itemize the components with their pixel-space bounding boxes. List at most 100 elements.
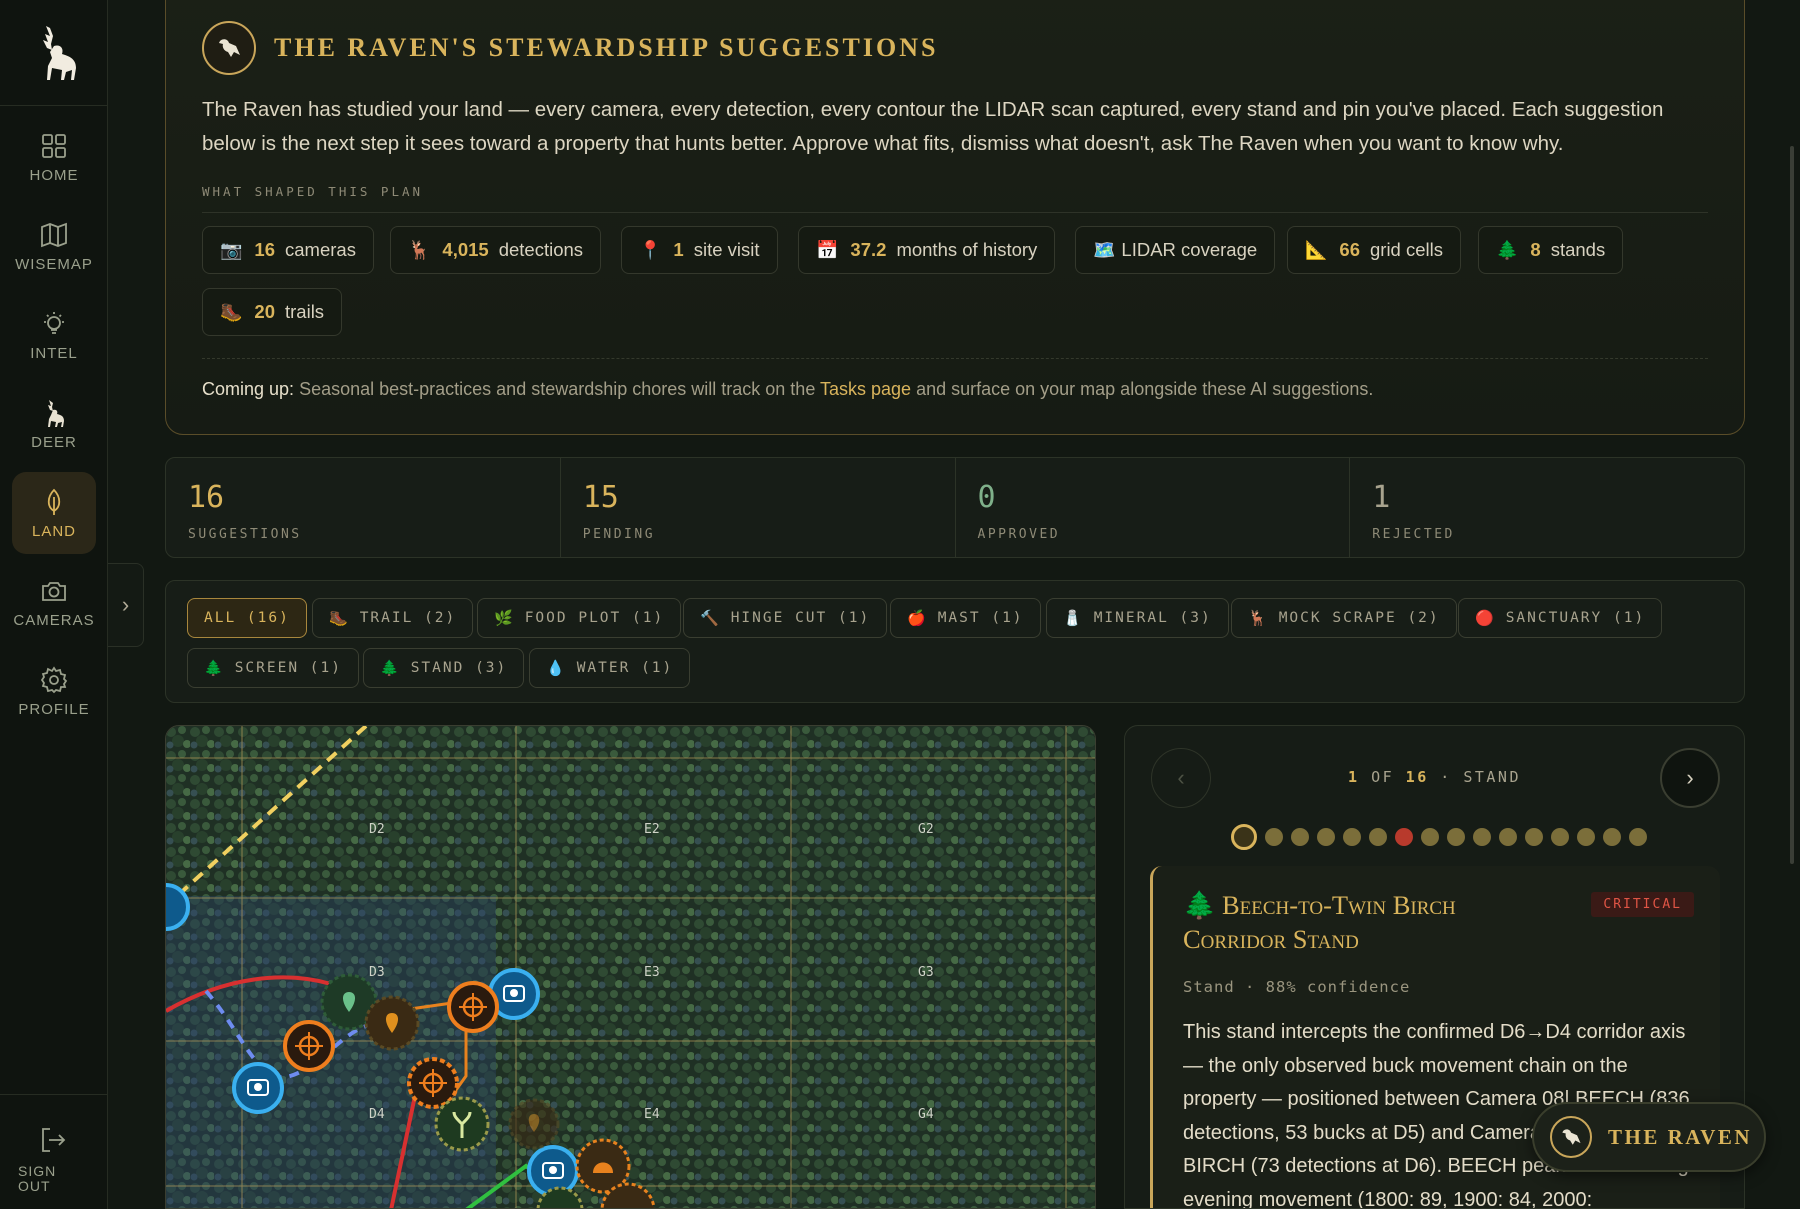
- filter-trail[interactable]: 🥾 TRAIL (2): [312, 598, 474, 638]
- ask-raven-button[interactable]: THE RAVEN: [1532, 1102, 1766, 1172]
- stand-marker[interactable]: [447, 981, 499, 1033]
- page-dot[interactable]: [1577, 828, 1595, 846]
- input-chip-grid-cells: 📐 66 grid cells: [1287, 226, 1461, 274]
- stand-marker[interactable]: [283, 1020, 335, 1072]
- sidebar-item-wisemap[interactable]: WISEMAP: [12, 205, 96, 287]
- grid-label: D4: [369, 1107, 385, 1122]
- raven-icon: [202, 21, 256, 75]
- sidebar-expand-button[interactable]: ›: [108, 563, 144, 647]
- sidebar-item-land[interactable]: LAND: [12, 472, 96, 554]
- sidebar-item-label: PROFILE: [18, 700, 90, 718]
- input-chip-stands: 🌲 8 stands: [1478, 226, 1624, 274]
- deer-logo-icon[interactable]: [0, 0, 107, 106]
- food-plot-marker[interactable]: [434, 1096, 490, 1152]
- page-dot[interactable]: [1551, 828, 1569, 846]
- filter-mast[interactable]: 🍎 MAST (1): [890, 598, 1041, 638]
- page-dot[interactable]: [1369, 828, 1387, 846]
- grid-label: G4: [918, 1107, 934, 1122]
- hero-description: The Raven has studied your land — every …: [202, 98, 1664, 155]
- next-suggestion-button[interactable]: ›: [1660, 748, 1720, 808]
- camera-marker[interactable]: [232, 1062, 284, 1114]
- boot-icon: 🥾: [220, 301, 243, 322]
- salt-icon: 🧂: [1063, 609, 1082, 627]
- sidebar-item-label: HOME: [29, 166, 79, 184]
- camera-marker[interactable]: [527, 1145, 579, 1197]
- page-dot[interactable]: [1291, 828, 1309, 846]
- stat-suggestions: 16 SUGGESTIONS: [166, 458, 561, 557]
- pin-marker[interactable]: [364, 995, 420, 1051]
- page-dot[interactable]: [1525, 828, 1543, 846]
- sidebar-item-profile[interactable]: PROFILE: [12, 650, 96, 732]
- sign-out-button[interactable]: SIGN OUT: [0, 1094, 108, 1209]
- sidebar-item-home[interactable]: HOME: [12, 116, 96, 198]
- deer-icon: 🦌: [408, 239, 431, 260]
- suggestion-pager: 1 OF 16 · STAND: [1348, 768, 1521, 786]
- pin-icon: 📍: [639, 239, 662, 260]
- input-chip-history: 📅 37.2 months of history: [798, 226, 1056, 274]
- sidebar-item-label: DEER: [31, 433, 77, 451]
- deer-icon: 🦌: [1248, 609, 1267, 627]
- grid-icon: [42, 133, 66, 158]
- filter-food-plot[interactable]: 🌿 FOOD PLOT (1): [477, 598, 682, 638]
- filter-sanctuary[interactable]: 🔴 SANCTUARY (1): [1458, 598, 1663, 638]
- filter-screen[interactable]: 🌲 SCREEN (1): [187, 648, 359, 688]
- tree-icon: 🌲: [1183, 890, 1216, 920]
- page-dot[interactable]: [1447, 828, 1465, 846]
- suggestion-stats: 16 SUGGESTIONS 15 PENDING 0 APPROVED 1 REJEC…: [165, 457, 1745, 558]
- page-dot[interactable]: [1343, 828, 1361, 846]
- divider: [202, 212, 1708, 213]
- hammer-icon: 🔨: [700, 609, 719, 627]
- page-dot[interactable]: [1629, 828, 1647, 846]
- input-chip-site-visit: 📍 1 site visit: [621, 226, 778, 274]
- filter-stand[interactable]: 🌲 STAND (3): [363, 648, 525, 688]
- page-dot[interactable]: [1317, 828, 1335, 846]
- page-dot[interactable]: [1231, 824, 1257, 850]
- grid-label: E2: [644, 822, 660, 837]
- pin-marker[interactable]: [508, 1098, 560, 1150]
- filter-all[interactable]: ALL (16): [187, 598, 307, 638]
- ruler-icon: 📐: [1305, 239, 1328, 260]
- page-dot[interactable]: [1603, 828, 1621, 846]
- hero-title: THE RAVEN'S STEWARDSHIP SUGGESTIONS: [274, 33, 939, 62]
- scrollbar[interactable]: [1790, 146, 1794, 864]
- map-icon: [41, 222, 67, 247]
- ask-raven-label: THE RAVEN: [1608, 1124, 1753, 1149]
- filter-mineral[interactable]: 🧂 MINERAL (3): [1046, 598, 1229, 638]
- divider: [202, 358, 1708, 359]
- camera-icon: [42, 581, 66, 601]
- deer-icon: [48, 399, 64, 427]
- stand-marker[interactable]: [407, 1057, 459, 1109]
- suggestion-dots: [1231, 824, 1655, 850]
- page-dot[interactable]: [1499, 828, 1517, 846]
- suggestion-meta: Stand · 88% confidence: [1183, 978, 1411, 996]
- filter-mock-scrape[interactable]: 🦌 MOCK SCRAPE (2): [1231, 598, 1457, 638]
- sign-out-label: SIGN OUT: [18, 1163, 57, 1194]
- sign-out-icon: [42, 1128, 66, 1152]
- grid-label: D2: [369, 822, 385, 837]
- suggestion-title: 🌲 Beech-to-Twin Birch Corridor Stand: [1183, 890, 1456, 954]
- map-icon: 🗺️: [1093, 239, 1116, 260]
- tasks-page-link[interactable]: Tasks page: [820, 379, 911, 399]
- property-map[interactable]: D2 E2 G2 D3 E3 G3 D4 E4 G4: [165, 725, 1096, 1209]
- sidebar-item-cameras[interactable]: CAMERAS: [12, 561, 96, 643]
- page-dot[interactable]: [1473, 828, 1491, 846]
- sidebar-item-deer[interactable]: DEER: [12, 383, 96, 465]
- coming-up-note: Coming up: Seasonal best-practices and s…: [202, 379, 1374, 399]
- page-dot[interactable]: [1421, 828, 1439, 846]
- raven-icon: [1550, 1116, 1592, 1158]
- grid-label: G2: [918, 822, 934, 837]
- filter-water[interactable]: 💧 WATER (1): [529, 648, 691, 688]
- page-dot[interactable]: [1395, 828, 1413, 846]
- sidebar-item-intel[interactable]: INTEL: [12, 294, 96, 376]
- page-dot[interactable]: [1265, 828, 1283, 846]
- stat-pending: 15 PENDING: [561, 458, 956, 557]
- filter-hinge-cut[interactable]: 🔨 HINGE CUT (1): [683, 598, 888, 638]
- herb-icon: 🌿: [494, 609, 513, 627]
- sidebar-item-label: CAMERAS: [13, 611, 95, 629]
- stat-rejected: 1 REJECTED: [1372, 480, 1455, 542]
- sidebar-item-label: INTEL: [30, 344, 78, 362]
- sidebar-item-label: WISEMAP: [15, 255, 93, 273]
- stat-approved: 0 APPROVED: [956, 458, 1351, 557]
- category-filters: ALL (16) 🥾 TRAIL (2) 🌿 FOOD PLOT (1) 🔨 HING…: [165, 580, 1745, 703]
- sidebar: HOME WISEMAP INTEL DEER LAND CAMERAS PRO…: [0, 0, 108, 1209]
